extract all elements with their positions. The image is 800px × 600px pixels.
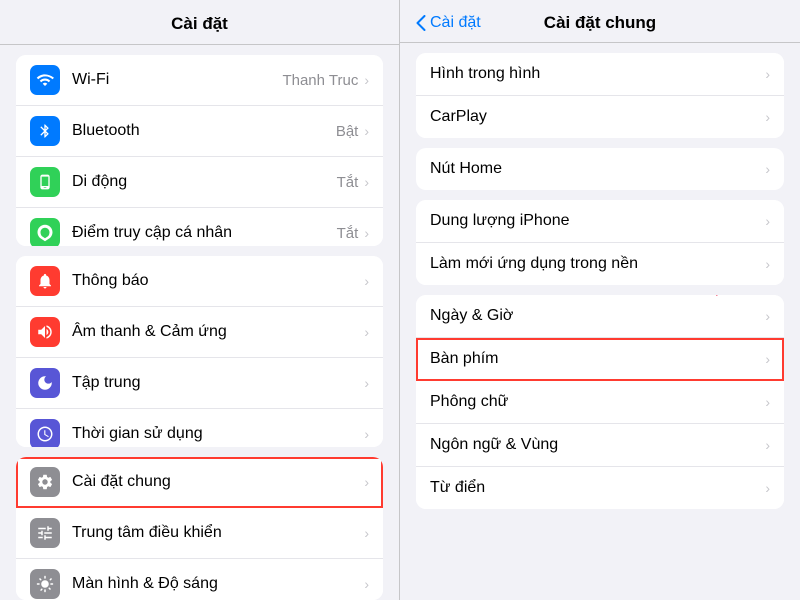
wifi-icon xyxy=(30,65,60,95)
tu-dien-label: Từ điển xyxy=(430,479,765,497)
ngon-ngu-label: Ngôn ngữ & Vùng xyxy=(430,436,765,454)
wifi-value: Thanh Truc xyxy=(282,72,358,89)
ban-phim-chevron: › xyxy=(765,351,770,367)
screentime-chevron: › xyxy=(364,426,369,442)
back-label: Cài đặt xyxy=(430,14,481,32)
back-button[interactable]: Cài đặt xyxy=(416,14,481,32)
ngay-gio-label: Ngày & Giờ xyxy=(430,307,765,325)
focus-icon xyxy=(30,368,60,398)
phong-chu-label: Phông chữ xyxy=(430,393,765,411)
notification-icon xyxy=(30,266,60,296)
ban-phim-item[interactable]: Bàn phím › xyxy=(416,338,784,381)
ngay-gio-chevron: › xyxy=(765,308,770,324)
notification-item[interactable]: Thông báo › xyxy=(16,256,383,307)
hotspot-value: Tắt xyxy=(337,225,359,242)
bluetooth-item[interactable]: Bluetooth Bật › xyxy=(16,106,383,157)
hotspot-chevron: › xyxy=(364,225,369,241)
sound-chevron: › xyxy=(364,324,369,340)
left-header: Cài đặt xyxy=(0,0,399,45)
control-chevron: › xyxy=(364,525,369,541)
bluetooth-value: Bật xyxy=(336,123,359,140)
nut-home-label: Nút Home xyxy=(430,160,765,178)
notification-label: Thông báo xyxy=(72,272,364,290)
hotspot-label: Điểm truy cập cá nhân xyxy=(72,224,337,242)
bluetooth-label: Bluetooth xyxy=(72,122,336,140)
hinh-trong-hinh-item[interactable]: Hình trong hình › xyxy=(416,53,784,96)
lam-moi-item[interactable]: Làm mới ứng dụng trong nền › xyxy=(416,243,784,285)
display-item[interactable]: Màn hình & Độ sáng › xyxy=(16,559,383,600)
general-item[interactable]: Cài đặt chung › xyxy=(16,457,383,508)
general-label: Cài đặt chung xyxy=(72,473,364,491)
ban-phim-label: Bàn phím xyxy=(430,350,765,368)
right-content: Hình trong hình › CarPlay › Nút Home › D… xyxy=(400,43,800,600)
hinh-trong-hinh-chevron: › xyxy=(765,66,770,82)
wifi-chevron: › xyxy=(364,72,369,88)
right-panel: Cài đặt Cài đặt chung Hình trong hình › … xyxy=(400,0,800,600)
focus-chevron: › xyxy=(364,375,369,391)
display-label: Màn hình & Độ sáng xyxy=(72,575,364,593)
sound-icon xyxy=(30,317,60,347)
wifi-label: Wi-Fi xyxy=(72,71,282,89)
general-icon xyxy=(30,467,60,497)
dung-luong-label: Dung lượng iPhone xyxy=(430,212,765,230)
carplay-label: CarPlay xyxy=(430,108,765,126)
left-group-3: Cài đặt chung › Trung tâm điều khiển › M… xyxy=(16,457,383,600)
carplay-chevron: › xyxy=(765,109,770,125)
right-header: Cài đặt Cài đặt chung xyxy=(400,0,800,43)
display-icon xyxy=(30,569,60,599)
screentime-label: Thời gian sử dụng xyxy=(72,425,364,443)
control-label: Trung tâm điều khiển xyxy=(72,524,364,542)
right-group-3: Dung lượng iPhone › Làm mới ứng dụng tro… xyxy=(416,200,784,285)
screentime-icon xyxy=(30,419,60,447)
dung-luong-item[interactable]: Dung lượng iPhone › xyxy=(416,200,784,243)
hotspot-item[interactable]: Điểm truy cập cá nhân Tắt › xyxy=(16,208,383,246)
mobile-chevron: › xyxy=(364,174,369,190)
sound-item[interactable]: Âm thanh & Cảm ứng › xyxy=(16,307,383,358)
mobile-item[interactable]: Di động Tắt › xyxy=(16,157,383,208)
left-group-1: Wi-Fi Thanh Truc › Bluetooth Bật › Di độ… xyxy=(16,55,383,246)
focus-item[interactable]: Tập trung › xyxy=(16,358,383,409)
nut-home-chevron: › xyxy=(765,161,770,177)
lam-moi-chevron: › xyxy=(765,256,770,272)
notification-chevron: › xyxy=(364,273,369,289)
control-item[interactable]: Trung tâm điều khiển › xyxy=(16,508,383,559)
nut-home-item[interactable]: Nút Home › xyxy=(416,148,784,190)
tu-dien-item[interactable]: Từ điển › xyxy=(416,467,784,509)
control-icon xyxy=(30,518,60,548)
left-group-2: Thông báo › Âm thanh & Cảm ứng › Tập tru… xyxy=(16,256,383,447)
mobile-icon xyxy=(30,167,60,197)
lam-moi-label: Làm mới ứng dụng trong nền xyxy=(430,255,765,273)
bluetooth-chevron: › xyxy=(364,123,369,139)
dung-luong-chevron: › xyxy=(765,213,770,229)
right-group-4: Ngày & Giờ › Bàn phím › Phông chữ › Ngôn… xyxy=(416,295,784,509)
bluetooth-icon xyxy=(30,116,60,146)
right-group-2: Nút Home › xyxy=(416,148,784,190)
carplay-item[interactable]: CarPlay › xyxy=(416,96,784,138)
phong-chu-chevron: › xyxy=(765,394,770,410)
hinh-trong-hinh-label: Hình trong hình xyxy=(430,65,765,83)
ngon-ngu-item[interactable]: Ngôn ngữ & Vùng › xyxy=(416,424,784,467)
phong-chu-item[interactable]: Phông chữ › xyxy=(416,381,784,424)
hotspot-icon xyxy=(30,218,60,246)
display-chevron: › xyxy=(364,576,369,592)
tu-dien-chevron: › xyxy=(765,480,770,496)
right-group-1: Hình trong hình › CarPlay › xyxy=(416,53,784,138)
mobile-value: Tắt xyxy=(337,174,359,191)
wifi-item[interactable]: Wi-Fi Thanh Truc › xyxy=(16,55,383,106)
left-title: Cài đặt xyxy=(171,14,228,33)
left-panel: Cài đặt Wi-Fi Thanh Truc › Bluetooth Bật… xyxy=(0,0,400,600)
screentime-item[interactable]: Thời gian sử dụng › xyxy=(16,409,383,447)
right-title: Cài đặt chung xyxy=(544,13,656,33)
focus-label: Tập trung xyxy=(72,374,364,392)
mobile-label: Di động xyxy=(72,173,337,191)
ngay-gio-item[interactable]: Ngày & Giờ › xyxy=(416,295,784,338)
sound-label: Âm thanh & Cảm ứng xyxy=(72,323,364,341)
ngon-ngu-chevron: › xyxy=(765,437,770,453)
general-chevron: › xyxy=(364,474,369,490)
